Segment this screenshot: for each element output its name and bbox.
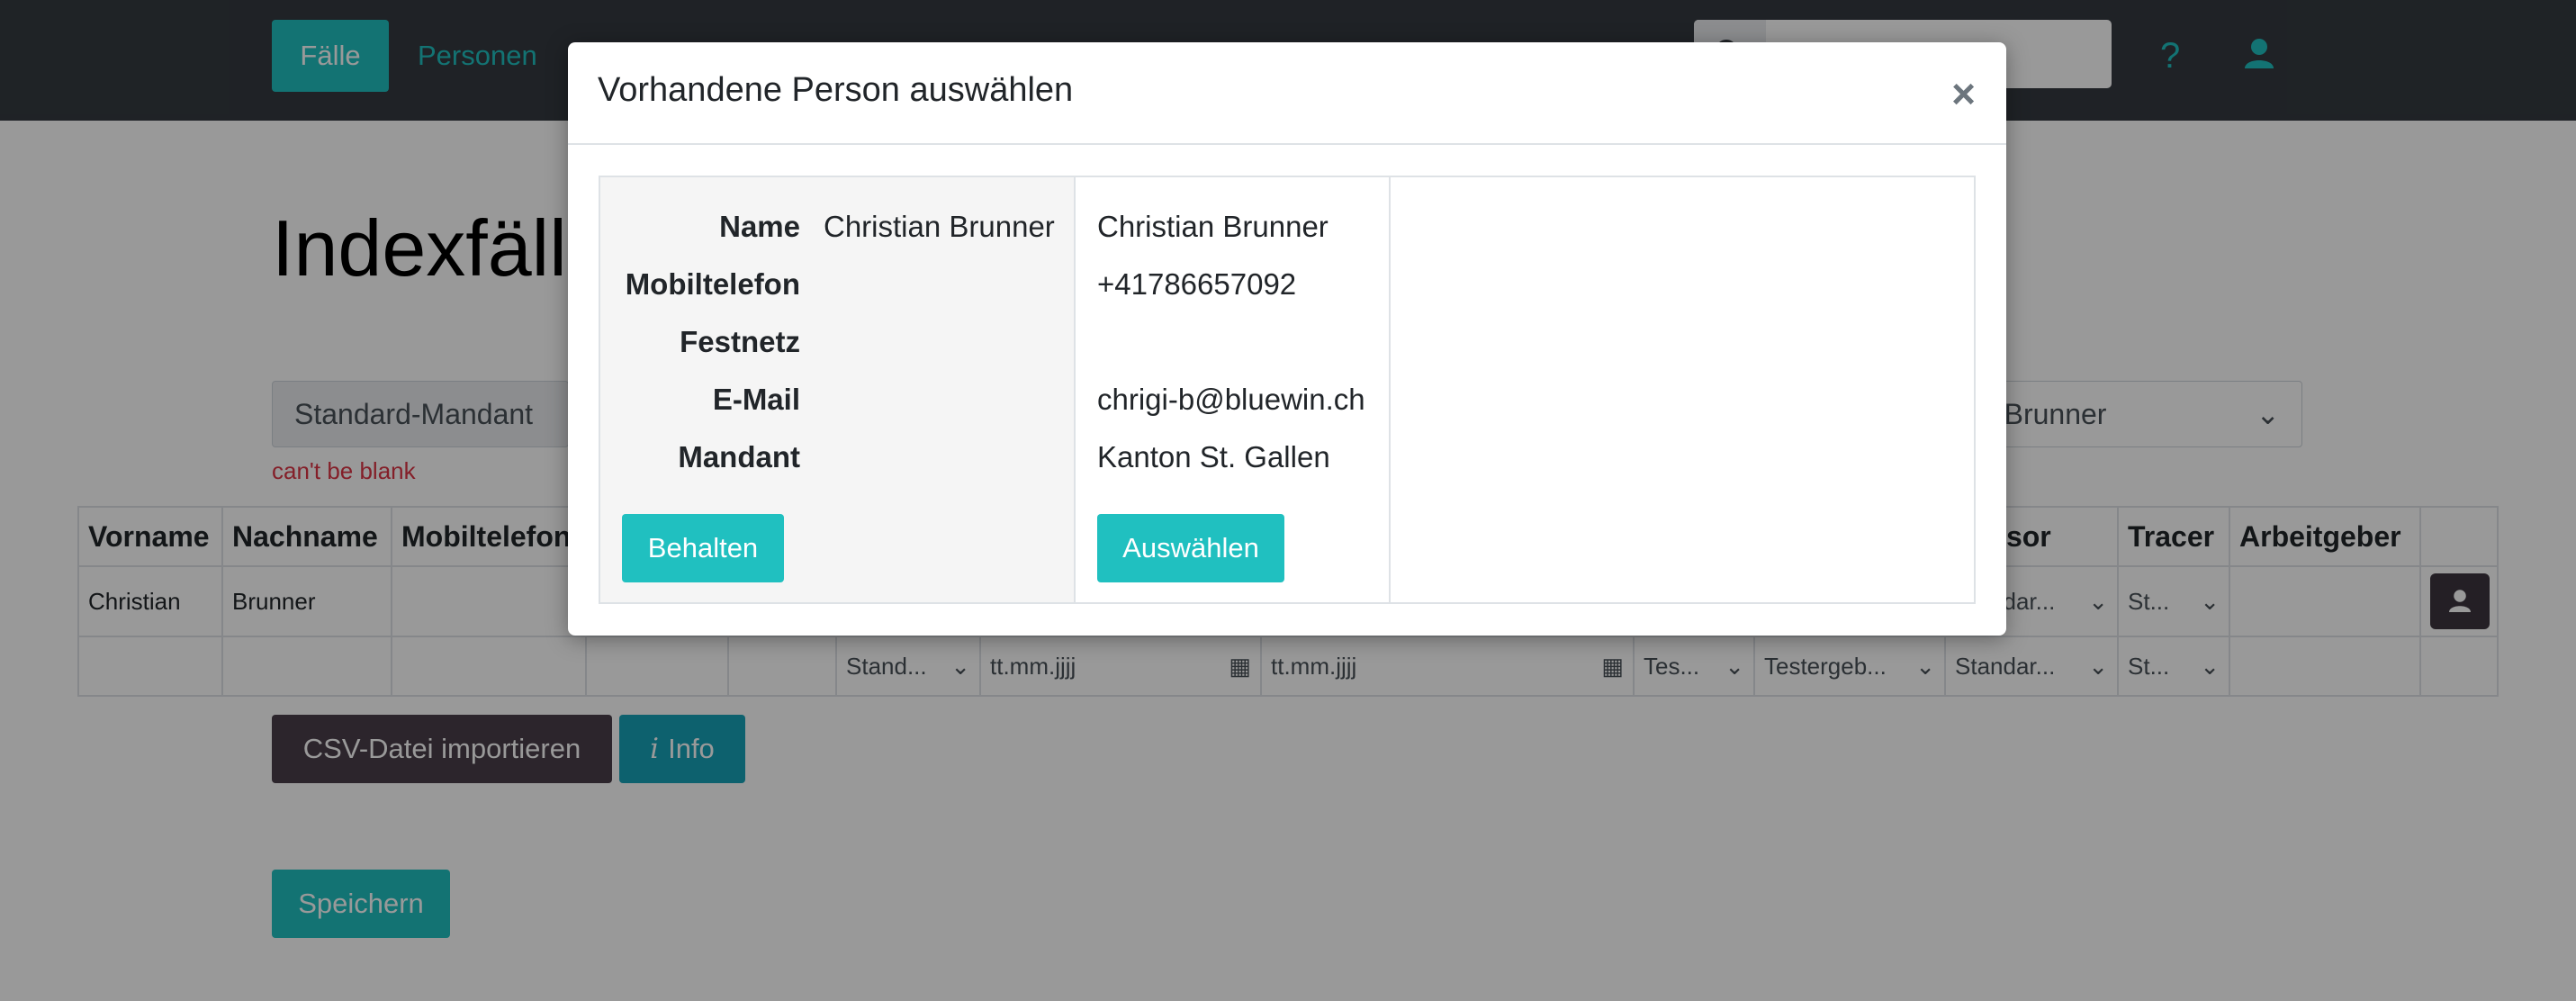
- compare-row-mobile: Mobiltelefon: [600, 267, 1074, 325]
- label-mandant: Mandant: [678, 440, 800, 473]
- choose-button[interactable]: Auswählen: [1097, 514, 1284, 582]
- keep-button[interactable]: Behalten: [622, 514, 784, 582]
- compare-row-name: Name Christian Brunner: [600, 210, 1074, 267]
- modal-header: Vorhandene Person auswählen ×: [568, 42, 2006, 145]
- existing-email: chrigi-b@bluewin.ch: [1097, 383, 1365, 416]
- empty-column: [1391, 177, 1976, 602]
- modal-title: Vorhandene Person auswählen: [598, 71, 1074, 109]
- current-name: Christian Brunner: [824, 210, 1055, 243]
- label-name: Name: [719, 210, 800, 243]
- label-mobile: Mobiltelefon: [625, 267, 800, 301]
- current-person-column: Name Christian Brunner Mobiltelefon Fest…: [600, 177, 1076, 602]
- compare-row-landline: Festnetz: [600, 325, 1074, 383]
- label-email: E-Mail: [712, 383, 800, 416]
- compare-row-mandant: Mandant: [600, 440, 1074, 498]
- person-comparison: Name Christian Brunner Mobiltelefon Fest…: [599, 176, 1976, 604]
- existing-mobile: +41786657092: [1097, 267, 1297, 301]
- existing-mandant: Kanton St. Gallen: [1097, 440, 1330, 473]
- close-icon[interactable]: ×: [1951, 73, 1976, 114]
- existing-person-column: Christian Brunner +41786657092 chrigi-b@…: [1076, 177, 1391, 602]
- existing-name: Christian Brunner: [1097, 210, 1329, 243]
- label-landline: Festnetz: [680, 325, 800, 358]
- select-person-modal: Vorhandene Person auswählen × Name Chris…: [568, 42, 2006, 636]
- compare-row-email: E-Mail: [600, 383, 1074, 440]
